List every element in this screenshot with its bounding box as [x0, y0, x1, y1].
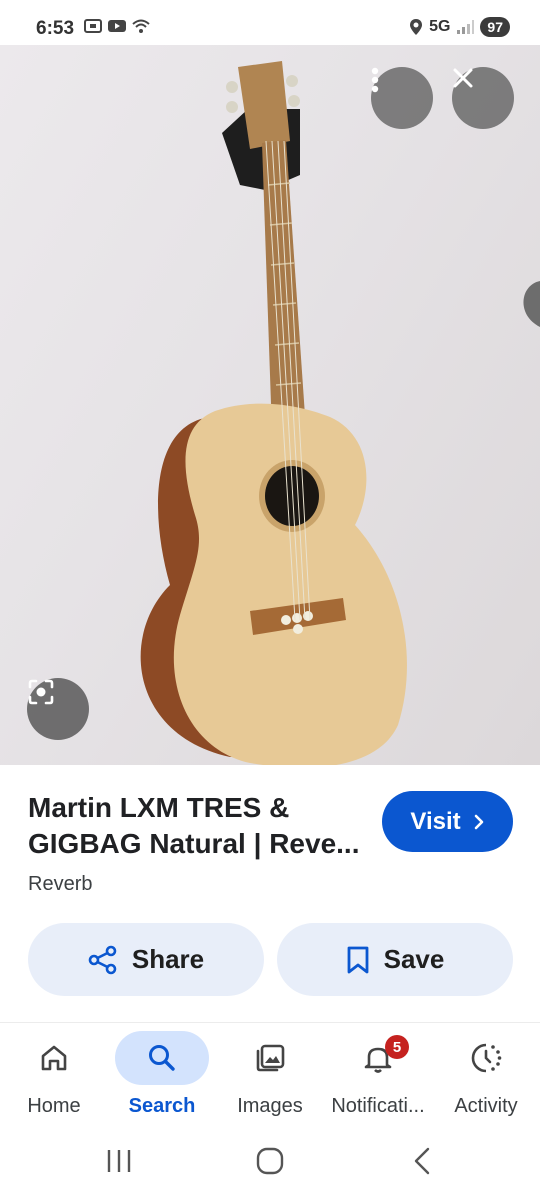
nav-icon-wrap [223, 1031, 317, 1085]
recent-apps-icon[interactable] [104, 1146, 134, 1176]
save-button[interactable]: Save [277, 923, 513, 996]
wifi-icon [132, 19, 150, 33]
home-system-icon[interactable] [255, 1146, 285, 1176]
back-icon[interactable] [408, 1146, 438, 1176]
nav-item-notifications[interactable]: 5 Notificati... [324, 1031, 432, 1118]
activity-icon [471, 1043, 502, 1073]
visit-button[interactable]: Visit [382, 791, 513, 852]
bookmark-icon [347, 946, 369, 973]
home-icon [41, 1045, 67, 1071]
youtube-icon [108, 20, 126, 32]
signal-icon [457, 20, 475, 34]
chevron-right-icon [474, 814, 483, 829]
nav-item-search[interactable]: Search [108, 1031, 216, 1118]
nav-item-images[interactable]: Images [216, 1031, 324, 1118]
system-nav-bar [0, 1132, 540, 1200]
nav-item-activity[interactable]: Activity [432, 1031, 540, 1118]
battery-indicator: 97 [480, 17, 510, 37]
nav-icon-wrap [7, 1031, 101, 1085]
share-label: Share [131, 944, 205, 974]
result-image[interactable] [0, 45, 540, 765]
images-icon [256, 1044, 285, 1072]
nav-icon-wrap [115, 1031, 209, 1085]
nav-icon-wrap: 5 [331, 1031, 425, 1085]
bottom-nav: Home Search Images 5 Notificati... Activ… [0, 1022, 540, 1132]
nav-label-notifications: Notificati... [331, 1095, 425, 1117]
nav-label-activity: Activity [454, 1095, 518, 1117]
screenshot-icon [84, 19, 102, 33]
status-left-icons [84, 18, 150, 34]
nav-item-home[interactable]: Home [0, 1031, 108, 1118]
status-time: 6:53 [36, 18, 75, 39]
search-icon [149, 1045, 175, 1071]
guitar-image [140, 61, 540, 765]
close-icon [453, 68, 473, 88]
nav-icon-wrap [439, 1031, 533, 1085]
network-label: 5G [429, 18, 451, 35]
lens-button[interactable] [27, 678, 89, 740]
notification-badge: 5 [385, 1035, 409, 1059]
more-options-button[interactable] [371, 67, 433, 129]
lens-icon [28, 679, 54, 705]
location-icon [410, 19, 423, 35]
save-label: Save [383, 944, 445, 974]
result-source: Reverb [28, 873, 93, 895]
visit-label: Visit [410, 807, 461, 835]
share-icon [88, 945, 117, 974]
more-options-icon [371, 67, 379, 93]
nav-label-images: Images [237, 1095, 303, 1117]
close-button[interactable] [452, 67, 514, 129]
result-title[interactable]: Martin LXM TRES & GIGBAG Natural | Reve.… [28, 790, 373, 862]
nav-label-search: Search [128, 1095, 196, 1117]
status-right: 5G 97 [409, 17, 510, 37]
nav-label-home: Home [27, 1095, 81, 1117]
share-button[interactable]: Share [28, 923, 264, 996]
